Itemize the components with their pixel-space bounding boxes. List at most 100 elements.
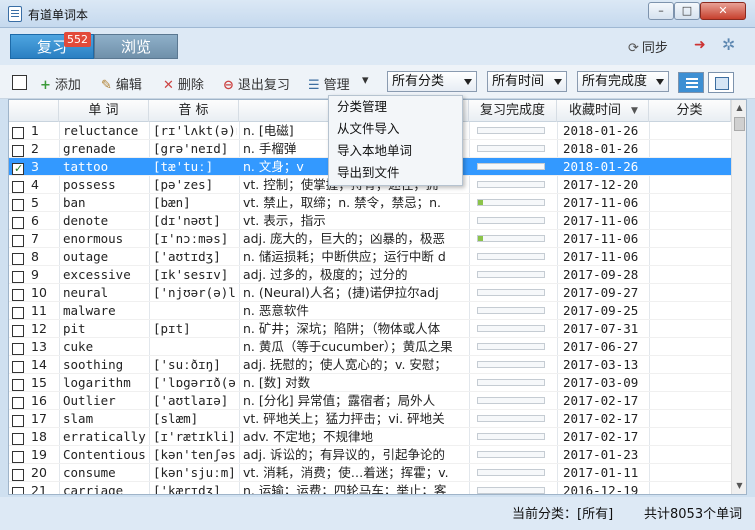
row-date: 2017-02-17 xyxy=(563,393,639,408)
close-button[interactable]: ✕ xyxy=(700,2,746,20)
time-select[interactable]: 所有时间 xyxy=(487,71,567,92)
scroll-up-icon[interactable]: ▲ xyxy=(732,100,746,116)
sync-icon: ⟳ xyxy=(628,41,639,56)
card-view-button[interactable] xyxy=(708,72,734,93)
row-checkbox[interactable] xyxy=(12,446,26,464)
row-definition: adj. 过多的，极度的；过分的 xyxy=(243,267,408,282)
gear-icon[interactable]: ✲ xyxy=(722,35,735,54)
row-checkbox[interactable] xyxy=(12,374,26,392)
table-row[interactable]: 14 soothing ['suːðɪŋ] adj. 抚慰的；使人宽心的；v. 安慰；… xyxy=(9,356,731,374)
header-progress[interactable]: 复习完成度 xyxy=(469,100,557,122)
row-number: 10 xyxy=(31,285,47,300)
list-view-button[interactable] xyxy=(678,72,704,93)
tab-browse[interactable]: 浏览 xyxy=(94,34,178,59)
row-checkbox[interactable] xyxy=(12,176,26,194)
row-checkbox[interactable] xyxy=(12,428,26,446)
row-word: Outlier xyxy=(63,393,116,408)
row-word: tattoo xyxy=(63,159,109,174)
row-checkbox[interactable] xyxy=(12,356,26,374)
row-checkbox[interactable] xyxy=(12,410,26,428)
row-checkbox[interactable] xyxy=(12,302,26,320)
user-icon[interactable]: ➜ xyxy=(694,37,706,53)
table-row[interactable]: 21 carriage ['kærɪdʒ] n. 运输；运费；四轮马车；举止；客 201… xyxy=(9,482,731,494)
row-phonetic: [rɪ'lʌkt(ə)ns] xyxy=(153,123,237,138)
row-progress-bar xyxy=(477,338,547,356)
row-checkbox[interactable] xyxy=(12,248,26,266)
row-progress-bar xyxy=(477,302,547,320)
row-phonetic xyxy=(153,302,237,320)
header-phonetic[interactable]: 音 标 xyxy=(149,100,239,122)
scroll-down-icon[interactable]: ▼ xyxy=(732,478,746,494)
table-row[interactable]: 6 denote [dɪ'nəʊt] vt. 表示，指示 2017-11-06 xyxy=(9,212,731,230)
table-row[interactable]: 20 consume [kən'sjuːm] vt. 消耗，消费；使…着迷；挥霍；v.… xyxy=(9,464,731,482)
manage-dropdown-arrow[interactable]: ▾ xyxy=(362,73,369,88)
manage-button[interactable]: ☰ 管理 xyxy=(308,74,350,93)
row-date: 2018-01-26 xyxy=(563,123,639,138)
row-definition: n. 储运损耗；中断供应；运行中断 d xyxy=(243,249,446,264)
table-row[interactable]: 12 pit [pɪt] n. 矿井；深坑；陷阱；（物体或人体 2017-07-31 xyxy=(9,320,731,338)
maximize-button[interactable]: □ xyxy=(674,2,700,20)
delete-button[interactable]: ✕ 删除 xyxy=(163,74,204,93)
row-word: consume xyxy=(63,465,116,480)
menu-item-export-file[interactable]: 导出到文件 xyxy=(329,162,462,184)
table-row[interactable]: 11 malware n. 恶意软件 2017-09-25 xyxy=(9,302,731,320)
table-row[interactable]: 15 logarithm ['lɒgərɪð(ə)m] n. [数] 对数 2017-0… xyxy=(9,374,731,392)
row-checkbox[interactable] xyxy=(12,140,26,158)
row-phonetic: ['suːðɪŋ] xyxy=(153,357,221,372)
row-number: 14 xyxy=(31,357,47,372)
manage-menu: 分类管理 从文件导入 导入本地单词 导出到文件 xyxy=(328,95,463,186)
completion-select[interactable]: 所有完成度 xyxy=(577,71,669,92)
header-date[interactable]: 收藏时间 ▼ xyxy=(557,100,649,122)
row-checkbox[interactable] xyxy=(12,122,26,140)
header-word[interactable]: 单 词 xyxy=(59,100,149,122)
menu-item-import-local[interactable]: 导入本地单词 xyxy=(329,140,462,162)
table-row[interactable]: 8 outage ['aʊtɪdʒ] n. 储运损耗；中断供应；运行中断 d 2017-… xyxy=(9,248,731,266)
row-definition: n. [数] 对数 xyxy=(243,375,311,390)
table-row[interactable]: 13 cuke n. 黄瓜（等于cucumber）；黄瓜之果 2017-06-27 xyxy=(9,338,731,356)
category-select[interactable]: 所有分类 xyxy=(387,71,477,92)
row-checkbox[interactable] xyxy=(12,266,26,284)
table-row[interactable]: 9 excessive [ɪk'sesɪv] adj. 过多的，极度的；过分的 2017… xyxy=(9,266,731,284)
row-checkbox[interactable] xyxy=(12,158,26,176)
list-icon: ☰ xyxy=(308,78,320,93)
table-row[interactable]: 16 Outlier ['aʊtlaɪə] n. [分化] 异常值；露宿者；局外人 20… xyxy=(9,392,731,410)
row-checkbox[interactable] xyxy=(12,392,26,410)
table-row[interactable]: 10 neural ['njʊər(ə)l] n. (Neural)人名；(捷)诺伊拉… xyxy=(9,284,731,302)
row-word: logarithm xyxy=(63,375,131,390)
edit-button[interactable]: ✎ 编辑 xyxy=(101,74,142,93)
minimize-button[interactable]: – xyxy=(648,2,674,20)
row-checkbox[interactable] xyxy=(12,212,26,230)
menu-item-import-file[interactable]: 从文件导入 xyxy=(329,118,462,140)
table-row[interactable]: 19 Contentious [kən'tenʃəs] adj. 诉讼的；有异议的，引… xyxy=(9,446,731,464)
row-checkbox[interactable] xyxy=(12,194,26,212)
table-row[interactable]: 18 erratically [ɪ'rætɪkli] adv. 不定地；不规律地 201… xyxy=(9,428,731,446)
row-number: 4 xyxy=(31,177,39,192)
row-date: 2017-11-06 xyxy=(563,231,639,246)
row-progress-bar xyxy=(477,122,547,140)
row-phonetic: ['aʊtɪdʒ] xyxy=(153,249,221,264)
row-checkbox[interactable] xyxy=(12,230,26,248)
row-checkbox[interactable] xyxy=(12,464,26,482)
sync-button[interactable]: ⟳ 同步 xyxy=(628,37,668,56)
row-number: 12 xyxy=(31,321,47,336)
row-date: 2017-06-27 xyxy=(563,339,639,354)
category-select-value: 所有分类 xyxy=(392,74,445,89)
row-checkbox[interactable] xyxy=(12,482,26,494)
row-word: denote xyxy=(63,213,109,228)
table-row[interactable]: 5 ban [bæn] vt. 禁止，取缔；n. 禁令，禁忌；n. 2017-11-06 xyxy=(9,194,731,212)
header-category[interactable]: 分类 xyxy=(649,100,731,122)
menu-item-category-manage[interactable]: 分类管理 xyxy=(329,96,462,118)
row-checkbox[interactable] xyxy=(12,320,26,338)
exit-review-button[interactable]: ⊖ 退出复习 xyxy=(223,74,290,93)
row-definition: n. 矿井；深坑；陷阱；（物体或人体 xyxy=(243,321,441,336)
vertical-scrollbar[interactable]: ▲ ▼ xyxy=(731,100,746,494)
scroll-thumb[interactable] xyxy=(734,117,745,131)
add-button[interactable]: + 添加 xyxy=(40,74,81,93)
row-number: 20 xyxy=(31,465,47,480)
table-row[interactable]: 7 enormous [ɪ'nɔːməs] adj. 庞大的，巨大的；凶暴的，极恶 20… xyxy=(9,230,731,248)
row-checkbox[interactable] xyxy=(12,338,26,356)
row-number: 15 xyxy=(31,375,47,390)
row-checkbox[interactable] xyxy=(12,284,26,302)
table-row[interactable]: 17 slam [slæm] vt. 砰地关上；猛力抨击；vi. 砰地关 2017-02… xyxy=(9,410,731,428)
select-all-checkbox[interactable] xyxy=(12,75,27,90)
